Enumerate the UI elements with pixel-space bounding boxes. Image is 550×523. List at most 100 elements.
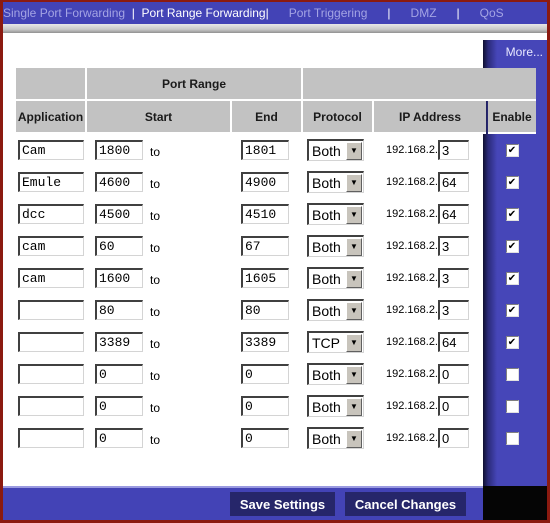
enable-checkbox[interactable]: ✔ [505,271,519,285]
dropdown-arrow-icon[interactable]: ▼ [346,301,362,320]
nav-item-single-port-forwarding[interactable]: Single Port Forwarding [3,6,125,20]
end-port-input[interactable]: 4510 [241,204,289,224]
end-port-input[interactable]: 4900 [241,172,289,192]
ip-cell: 192.168.2. 0 [374,358,486,390]
nav-item-dmz[interactable]: DMZ [411,6,437,20]
protocol-select[interactable]: TCP ▼ [307,331,364,353]
enable-checkbox[interactable]: ✔ [505,175,519,189]
nav-item-port-triggering[interactable]: Port Triggering [289,6,368,20]
ip-last-octet-input[interactable]: 0 [438,428,469,448]
start-port-input[interactable]: 60 [95,236,143,256]
application-name-input[interactable]: Emule [18,172,84,192]
header-enable: Enable [488,101,536,134]
protocol-select[interactable]: Both ▼ [307,171,364,193]
end-port-input[interactable]: 67 [241,236,289,256]
start-port-input[interactable]: 80 [95,300,143,320]
nav-item-qos[interactable]: QoS [480,6,504,20]
application-name-input[interactable]: Cam [18,140,84,160]
ip-last-octet-input[interactable]: 64 [438,332,469,352]
start-cell: 0 to [87,390,230,422]
start-port-input[interactable]: 4600 [95,172,143,192]
protocol-cell: Both ▼ [303,358,372,390]
dropdown-arrow-icon[interactable]: ▼ [346,429,362,448]
protocol-select[interactable]: Both ▼ [307,139,364,161]
port-range-table: Port Range Application Start End Protoco… [14,68,538,454]
application-name-input[interactable] [18,332,84,352]
ip-last-octet-input[interactable]: 3 [438,268,469,288]
ip-cell: 192.168.2. 3 [374,262,486,294]
start-port-input[interactable]: 0 [95,428,143,448]
enable-checkbox[interactable]: ✔ [505,207,519,221]
start-port-input[interactable]: 3389 [95,332,143,352]
protocol-select[interactable]: Both ▼ [307,395,364,417]
dropdown-arrow-icon[interactable]: ▼ [346,173,362,192]
save-settings-button[interactable]: Save Settings [230,492,335,516]
ip-prefix: 192.168.2. [386,240,438,252]
end-port-input[interactable]: 3389 [241,332,289,352]
ip-last-octet-input[interactable]: 64 [438,204,469,224]
application-name-input[interactable]: dcc [18,204,84,224]
protocol-select[interactable]: Both ▼ [307,427,364,449]
application-cell [16,422,85,454]
protocol-cell: Both ▼ [303,198,372,230]
dropdown-arrow-icon[interactable]: ▼ [346,205,362,224]
ip-last-octet-input[interactable]: 3 [438,140,469,160]
table-row: 0 to 0 Both ▼ 192.168.2. 0 [16,358,536,390]
cancel-changes-button[interactable]: Cancel Changes [345,492,466,516]
end-port-input[interactable]: 1605 [241,268,289,288]
end-port-input[interactable]: 0 [241,396,289,416]
end-cell: 80 [232,294,301,326]
nav-item-port-range-forwarding[interactable]: Port Range Forwarding [142,6,266,20]
enable-cell: ✔ [488,134,536,166]
protocol-select[interactable]: Both ▼ [307,267,364,289]
start-cell: 0 to [87,422,230,454]
ip-last-octet-input[interactable]: 64 [438,172,469,192]
protocol-value: Both [312,366,341,383]
enable-checkbox[interactable]: ✔ [505,143,519,157]
end-port-input[interactable]: 0 [241,428,289,448]
enable-checkbox[interactable] [505,367,519,381]
enable-checkbox[interactable] [505,431,519,445]
ip-last-octet-input[interactable]: 0 [438,396,469,416]
end-port-input[interactable]: 80 [241,300,289,320]
protocol-select[interactable]: Both ▼ [307,299,364,321]
end-port-input[interactable]: 0 [241,364,289,384]
application-name-input[interactable]: cam [18,236,84,256]
application-name-input[interactable] [18,396,84,416]
more-link[interactable]: More... [506,45,543,59]
dropdown-arrow-icon[interactable]: ▼ [346,237,362,256]
start-port-input[interactable]: 1600 [95,268,143,288]
ip-last-octet-input[interactable]: 3 [438,300,469,320]
table-row: 3389 to 3389 TCP ▼ 192.168.2. 64 ✔ [16,326,536,358]
application-name-input[interactable] [18,364,84,384]
ip-cell: 192.168.2. 0 [374,390,486,422]
enable-checkbox[interactable]: ✔ [505,239,519,253]
dropdown-arrow-icon[interactable]: ▼ [346,365,362,384]
start-port-input[interactable]: 4500 [95,204,143,224]
start-port-input[interactable]: 0 [95,364,143,384]
end-port-input[interactable]: 1801 [241,140,289,160]
dropdown-arrow-icon[interactable]: ▼ [346,141,362,160]
enable-checkbox[interactable] [505,399,519,413]
to-label: to [150,177,161,191]
application-name-input[interactable] [18,300,84,320]
ip-last-octet-input[interactable]: 0 [438,364,469,384]
enable-checkbox[interactable]: ✔ [505,303,519,317]
protocol-select[interactable]: Both ▼ [307,203,364,225]
to-label: to [150,209,161,223]
to-label: to [150,241,161,255]
ip-cell: 192.168.2. 0 [374,422,486,454]
protocol-select[interactable]: Both ▼ [307,235,364,257]
start-port-input[interactable]: 1800 [95,140,143,160]
dropdown-arrow-icon[interactable]: ▼ [346,397,362,416]
dropdown-arrow-icon[interactable]: ▼ [346,269,362,288]
dropdown-arrow-icon[interactable]: ▼ [346,333,362,352]
start-port-input[interactable]: 0 [95,396,143,416]
end-cell: 1605 [232,262,301,294]
application-name-input[interactable] [18,428,84,448]
ip-last-octet-input[interactable]: 3 [438,236,469,256]
application-name-input[interactable]: cam [18,268,84,288]
enable-checkbox[interactable]: ✔ [505,335,519,349]
ip-prefix: 192.168.2. [386,144,438,156]
protocol-select[interactable]: Both ▼ [307,363,364,385]
